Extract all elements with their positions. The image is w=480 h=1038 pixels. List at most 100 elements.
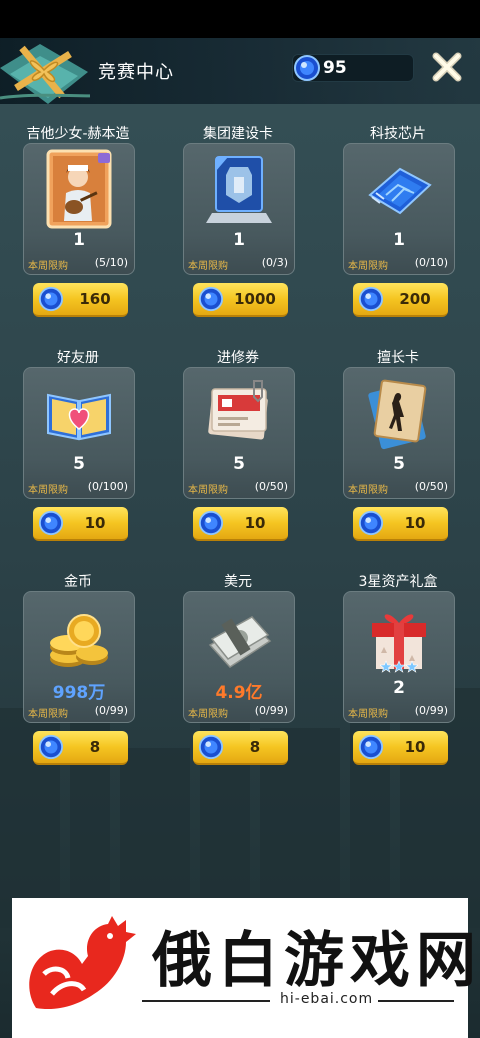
- item-quantity: 2: [393, 678, 405, 698]
- price-label: 10: [404, 514, 426, 532]
- item-name: 科技芯片: [370, 126, 426, 142]
- weekly-limit-label: 本周限购: [188, 485, 228, 496]
- price-label: 8: [249, 738, 261, 756]
- item-quantity: 4.9亿: [215, 683, 263, 703]
- shop-item-card[interactable]: 科技芯片 1 本周限购 (0/10) 200: [343, 123, 455, 317]
- currency-display: 95: [292, 54, 414, 82]
- item-card-box: 2 本周限购 (0/99): [343, 591, 455, 723]
- price-label: 8: [89, 738, 101, 756]
- price-label: 10: [244, 514, 266, 532]
- buy-button[interactable]: 1000: [193, 283, 288, 317]
- weekly-limit-count: (0/3): [261, 256, 288, 269]
- header: 竞赛中心 95: [0, 38, 480, 104]
- shop-item-card[interactable]: 擅长卡 5 本周限购 (0/50) 10: [343, 347, 455, 541]
- blue-gem-icon: [358, 510, 384, 536]
- buy-button[interactable]: 200: [353, 283, 448, 317]
- guitar-girl-card-icon: [46, 149, 112, 229]
- item-quantity: 5: [233, 454, 245, 474]
- weekly-limit-count: (5/10): [94, 256, 128, 269]
- item-name: 擅长卡: [377, 350, 419, 366]
- weekly-limit-count: (0/99): [94, 704, 128, 717]
- blue-gem-icon: [38, 510, 64, 536]
- chip-icon: [368, 167, 432, 215]
- item-name: 3星资产礼盒: [358, 574, 438, 590]
- weekly-limit-count: (0/50): [254, 480, 288, 493]
- status-bar: [0, 0, 480, 38]
- weekly-limit-label: 本周限购: [28, 709, 68, 720]
- item-card-box: 5 本周限购 (0/100): [23, 367, 135, 499]
- weekly-limit-label: 本周限购: [188, 709, 228, 720]
- weekly-limit-label: 本周限购: [28, 485, 68, 496]
- weekly-limit-count: (0/99): [254, 704, 288, 717]
- watermark-url: hi-ebai.com: [280, 991, 374, 1007]
- item-card-box: 4.9亿 本周限购 (0/99): [183, 591, 295, 723]
- blue-gem-icon: [358, 286, 384, 312]
- training-voucher-icon: [208, 380, 268, 440]
- weekly-limit-label: 本周限购: [188, 261, 228, 272]
- blue-gem-icon: [198, 286, 224, 312]
- skill-card-icon: [368, 379, 427, 450]
- three-star-icon: [380, 660, 418, 673]
- shop-item-card[interactable]: 好友册 5 本周限购 (0/100) 10: [23, 347, 135, 541]
- shop-item-card[interactable]: 进修券 5 本周限购 (0/50) 10: [183, 347, 295, 541]
- weekly-limit-label: 本周限购: [348, 261, 388, 272]
- blue-gem-icon: [198, 510, 224, 536]
- weekly-limit-label: 本周限购: [28, 261, 68, 272]
- weekly-limit-count: (0/50): [414, 480, 448, 493]
- watermark-divider: [378, 1000, 454, 1002]
- currency-count: 95: [323, 58, 347, 78]
- price-label: 1000: [234, 290, 276, 308]
- shop-item-card[interactable]: 3星资产礼盒 2 本周限购 (0/99) 10: [343, 571, 455, 765]
- item-card-box: 1 本周限购 (0/10): [343, 143, 455, 275]
- watermark-divider: [142, 1000, 270, 1002]
- item-quantity: 1: [233, 230, 245, 250]
- shop-item-card[interactable]: 金币 998万 本周限购 (0/99) 8: [23, 571, 135, 765]
- item-quantity: 5: [73, 454, 85, 474]
- price-label: 200: [399, 290, 431, 308]
- price-label: 160: [79, 290, 111, 308]
- item-quantity: 1: [393, 230, 405, 250]
- item-name: 好友册: [57, 350, 99, 366]
- item-card-box: 1 本周限购 (5/10): [23, 143, 135, 275]
- item-name: 吉他少女-赫本造: [26, 126, 130, 142]
- item-name: 进修券: [217, 350, 259, 366]
- item-name: 集团建设卡: [203, 126, 273, 142]
- weekly-limit-label: 本周限购: [348, 709, 388, 720]
- item-card-box: 1 本周限购 (0/3): [183, 143, 295, 275]
- blue-gem-icon: [358, 734, 384, 760]
- rooster-logo-icon: [29, 916, 136, 1010]
- blue-gem-icon: [294, 55, 320, 81]
- item-quantity: 1: [73, 230, 85, 250]
- blue-gem-icon: [38, 734, 64, 760]
- weekly-limit-count: (0/99): [414, 704, 448, 717]
- watermark-banner: 俄白游戏网 hi-ebai.com: [12, 898, 476, 1038]
- price-label: 10: [404, 738, 426, 756]
- buy-button[interactable]: 8: [33, 731, 128, 765]
- close-icon[interactable]: [430, 50, 464, 84]
- buy-button[interactable]: 10: [193, 507, 288, 541]
- gift-ribbon-icon: [0, 44, 90, 104]
- weekly-limit-count: (0/10): [414, 256, 448, 269]
- buy-button[interactable]: 10: [353, 507, 448, 541]
- friend-book-icon: [47, 393, 111, 441]
- buy-button[interactable]: 160: [33, 283, 128, 317]
- item-quantity: 998万: [52, 683, 106, 703]
- page-title: 竞赛中心: [98, 62, 174, 83]
- price-label: 10: [84, 514, 106, 532]
- item-card-box: 5 本周限购 (0/50): [343, 367, 455, 499]
- buy-button[interactable]: 8: [193, 731, 288, 765]
- item-card-box: 5 本周限购 (0/50): [183, 367, 295, 499]
- blue-gem-icon: [198, 734, 224, 760]
- shop-item-card[interactable]: 美元 4.9亿 本周限购 (0/99) 8: [183, 571, 295, 765]
- watermark-title: 俄白游戏网: [152, 926, 480, 996]
- item-quantity: 5: [393, 454, 405, 474]
- buy-button[interactable]: 10: [33, 507, 128, 541]
- shop-item-card[interactable]: 集团建设卡 1 本周限购 (0/3) 1000: [183, 123, 295, 317]
- item-card-box: 998万 本周限购 (0/99): [23, 591, 135, 723]
- item-name: 美元: [224, 574, 252, 590]
- weekly-limit-count: (0/100): [87, 480, 128, 493]
- buy-button[interactable]: 10: [353, 731, 448, 765]
- gold-coins-icon: [50, 614, 108, 667]
- dollar-stack-icon: [208, 616, 272, 668]
- shop-item-card[interactable]: 吉他少女-赫本造 1 本周限购 (5/10) 160: [23, 123, 135, 317]
